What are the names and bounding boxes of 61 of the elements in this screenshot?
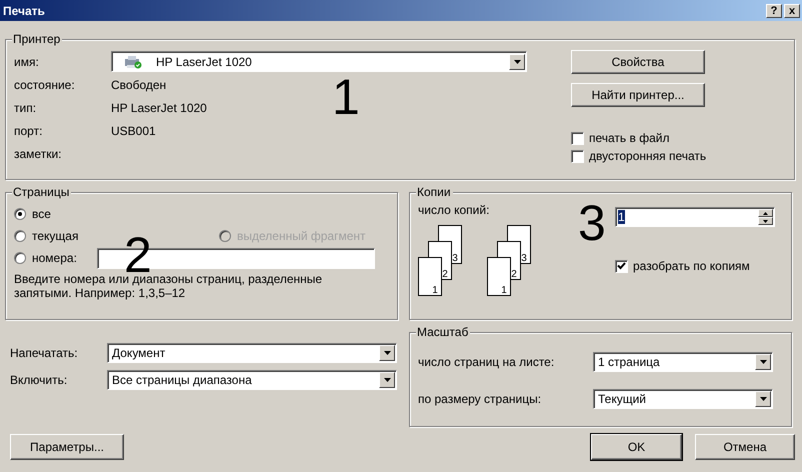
radio-button[interactable]: [14, 230, 26, 242]
printer-icon: [124, 54, 142, 68]
info-label: тип:: [14, 100, 38, 114]
info-label: порт:: [14, 124, 44, 138]
info-value: HP LaserJet 1020: [111, 100, 207, 114]
scale-select[interactable]: 1 страница: [593, 352, 773, 372]
down-arrow-icon: [763, 220, 768, 222]
info-label: заметки:: [14, 146, 62, 160]
radio-button[interactable]: [14, 208, 26, 220]
radio-label: все: [32, 207, 51, 221]
info-label: состояние:: [14, 78, 76, 92]
caret-icon: [760, 360, 766, 364]
group-legend: Страницы: [12, 185, 72, 199]
field-label: имя:: [14, 54, 40, 68]
scale-select[interactable]: Текущий: [593, 388, 773, 408]
callout-number: 3: [578, 198, 606, 248]
radio-button[interactable]: [14, 252, 26, 264]
info-value: Свободен: [111, 78, 166, 92]
close-button[interactable]: x: [784, 4, 800, 18]
help-button[interactable]: ?: [766, 4, 782, 18]
dropdown-arrow-button[interactable]: [379, 344, 395, 360]
hint-text: Введите номера или диапазоны страниц, разделенные запятыми. Например: 1,3,5–12: [14, 272, 324, 300]
include-select[interactable]: Все страницы диапазона: [107, 370, 397, 390]
dropdown-arrow-button[interactable]: [379, 372, 395, 388]
dropdown-arrow-button[interactable]: [755, 390, 771, 406]
group-legend: Масштаб: [416, 325, 470, 339]
up-arrow-icon: [763, 212, 768, 214]
copies-spinbox[interactable]: 1: [615, 207, 775, 227]
field-label: число копий:: [418, 203, 490, 217]
callout-number: 1: [332, 72, 360, 122]
print-what-select[interactable]: Документ: [107, 342, 397, 362]
window-title: Печать: [3, 4, 45, 18]
checkbox-label: печать в файл: [589, 131, 670, 145]
spin-up-button[interactable]: [758, 209, 773, 217]
radio-label: номера:: [32, 251, 77, 265]
printer-select[interactable]: HP LaserJet 1020: [111, 51, 527, 72]
field-label: Напечатать:: [10, 346, 79, 360]
checkbox[interactable]: [571, 150, 584, 162]
dialog-button[interactable]: OK: [591, 434, 682, 460]
field-label: число страниц на листе:: [418, 354, 556, 368]
dropdown-arrow-button[interactable]: [509, 54, 525, 70]
group-legend: Принтер: [12, 32, 62, 46]
group-legend: Копии: [416, 185, 453, 199]
checkbox-label: разобрать по копиям: [633, 259, 750, 273]
checkbox[interactable]: [615, 260, 628, 272]
caret-icon: [514, 60, 520, 64]
info-value: USB001: [111, 124, 156, 138]
spin-down-button[interactable]: [758, 217, 773, 225]
field-label: Включить:: [10, 372, 68, 386]
field-label: по размеру страницы:: [418, 392, 542, 406]
dropdown-arrow-button[interactable]: [755, 354, 771, 370]
checkbox[interactable]: [571, 132, 584, 144]
caret-icon: [760, 396, 766, 400]
radio-label: текущая: [32, 229, 78, 243]
checkbox-label: двусторонняя печать: [589, 149, 706, 163]
properties-button[interactable]: Свойства: [571, 50, 705, 74]
find-printer-button[interactable]: Найти принтер...: [571, 83, 705, 107]
caret-icon: [384, 378, 390, 382]
caret-icon: [384, 350, 390, 354]
dialog-button[interactable]: Отмена: [695, 434, 795, 460]
dialog-button[interactable]: Параметры...: [10, 434, 124, 460]
